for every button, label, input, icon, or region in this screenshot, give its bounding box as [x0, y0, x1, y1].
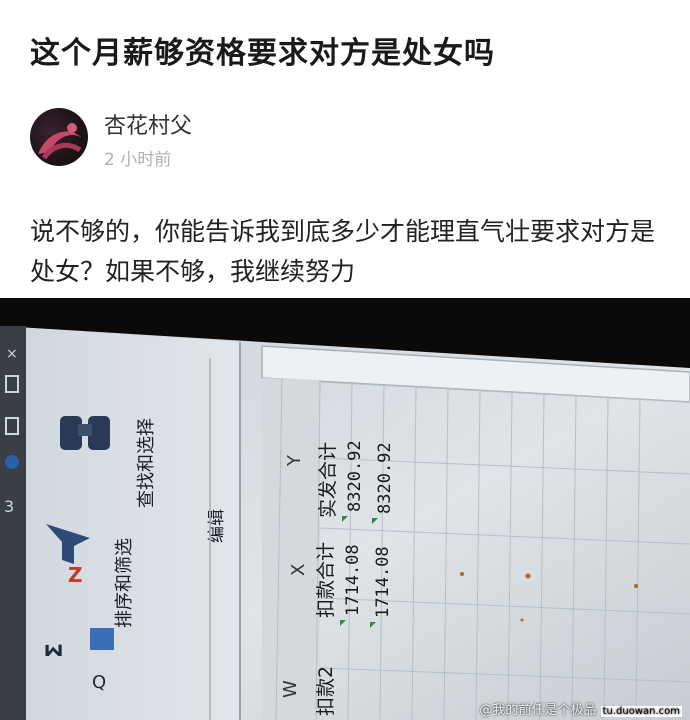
- sort-filter-label: 排序和筛选: [114, 538, 135, 628]
- cell-y-row1: 8320.92: [345, 440, 365, 512]
- column-header-x: X: [288, 564, 309, 576]
- column-header-y: Y: [284, 454, 305, 467]
- excel-screen-photo: × 3 Z Σ Q 排序和筛选 查找和选择 编辑 W X Y 扣款2 扣款合计 …: [0, 298, 690, 720]
- post-photo[interactable]: × 3 Z Σ Q 排序和筛选 查找和选择 编辑 W X Y 扣款2 扣款合计 …: [0, 298, 690, 720]
- author-name[interactable]: 杏花村父: [104, 108, 192, 140]
- watermark: @我的前任是个极品 tu.duowan.com: [479, 699, 682, 718]
- svg-text:Σ: Σ: [43, 643, 68, 658]
- svg-text:×: ×: [6, 346, 18, 362]
- svg-text:Z: Z: [68, 563, 83, 587]
- cell-x-row2: 1714.08: [373, 546, 393, 618]
- post-body: 说不够的，你能告诉我到底多少才能理直气壮要求对方是处女？如果不够，我继续努力: [30, 217, 656, 286]
- cell-y-row2: 8320.92: [375, 442, 395, 514]
- find-select-label: 查找和选择: [136, 418, 157, 508]
- avatar-image: [38, 123, 82, 160]
- watermark-site: tu.duowan.com: [600, 706, 682, 717]
- cell-x-row1: 1714.08: [343, 544, 363, 616]
- post-time: 2 小时前: [104, 150, 172, 170]
- cell-w-header: 扣款2: [315, 666, 337, 716]
- svg-text:Q: Q: [92, 672, 106, 693]
- watermark-text: @我的前任是个极品: [479, 703, 597, 718]
- cell-y-header: 实发合计: [317, 442, 339, 518]
- cell-x-header: 扣款合计: [315, 542, 337, 618]
- post-title: 这个月薪够资格要求对方是处女吗: [30, 36, 495, 71]
- column-header-w: W: [280, 680, 301, 698]
- svg-text:3: 3: [4, 497, 14, 516]
- author-avatar[interactable]: [30, 108, 88, 166]
